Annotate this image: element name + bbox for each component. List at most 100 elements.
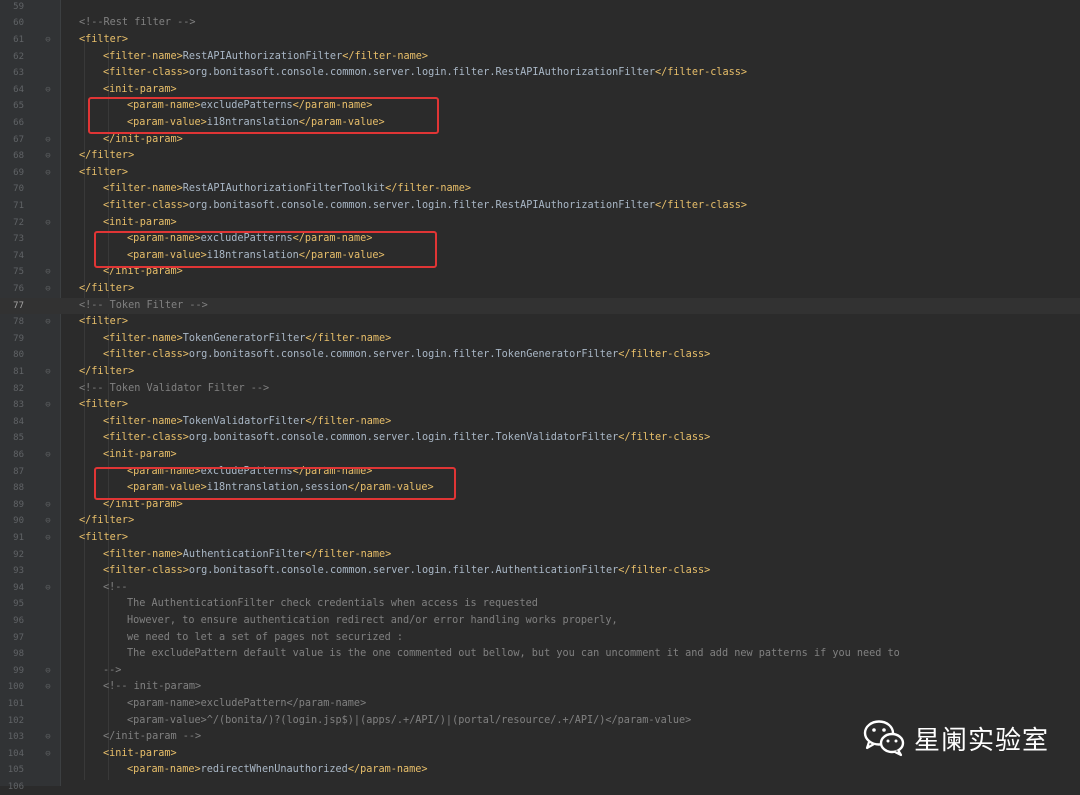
xml-text: RestAPIAuthorizationFilterToolkit [182,183,386,195]
code-line[interactable]: 84 <filter-name>TokenValidatorFilter</fil… [0,414,1080,431]
code-line[interactable]: 68 ⊖ </filter> [0,148,1080,165]
code-line[interactable]: 90 ⊖ </filter> [0,513,1080,530]
code-line[interactable]: 77 <!-- Token Filter --> [0,297,1080,315]
fold-marker-icon[interactable]: ⊖ [44,281,52,298]
fold-marker-icon[interactable]: ⊖ [44,513,52,530]
code-line[interactable]: 70 <filter-name>RestAPIAuthorizationFilte… [0,181,1080,198]
code-text: <init-param> [103,746,177,763]
xml-tag: <filter> [79,33,129,45]
code-line[interactable]: 105 <param-name>redirectWhenUnauthorized<… [0,762,1080,779]
fold-marker-icon[interactable]: ⊖ [44,447,52,464]
xml-tag: <init-param> [103,83,177,95]
line-number: 94 [13,582,24,593]
code-line[interactable]: 92 <filter-name>AuthenticationFilter</fil… [0,547,1080,564]
code-line[interactable]: 80 <filter-class>org.bonitasoft.console.c… [0,347,1080,364]
code-line[interactable]: 72 ⊖ <init-param> [0,215,1080,232]
code-line[interactable]: 95 The AuthenticationFilter check credent… [0,596,1080,613]
code-line[interactable]: 64 ⊖ <init-param> [0,82,1080,99]
fold-marker-icon[interactable]: ⊖ [44,679,52,696]
fold-marker-icon[interactable]: ⊖ [44,165,52,182]
xml-comment: <!-- init-param> [103,681,202,693]
fold-marker-icon[interactable]: ⊖ [44,82,52,99]
code-line[interactable]: 78 ⊖ <filter> [0,314,1080,331]
xml-tag: <param-name> [127,764,201,776]
code-line[interactable]: 99 ⊖ --> [0,663,1080,680]
fold-marker-icon[interactable]: ⊖ [44,746,52,763]
xml-comment: <!--Rest filter --> [79,17,196,29]
line-number: 81 [13,366,24,377]
code-line[interactable]: 96 However, to ensure authentication redi… [0,613,1080,630]
line-number: 86 [13,449,24,460]
line-number: 78 [13,317,24,328]
line-number: 65 [13,101,24,112]
code-line[interactable]: 91 ⊖ <filter> [0,530,1080,547]
fold-marker-icon[interactable]: ⊖ [44,580,52,597]
code-line[interactable]: 60 <!--Rest filter --> [0,15,1080,32]
fold-marker-icon[interactable]: ⊖ [44,729,52,746]
code-text: However, to ensure authentication redire… [127,613,618,630]
xml-comment: </init-param --> [103,731,202,743]
code-line[interactable]: 100 ⊖ <!-- init-param> [0,679,1080,696]
xml-tag: </init-param> [103,498,183,510]
xml-tag: <init-param> [103,448,177,460]
xml-tag: <filter-class> [103,432,189,444]
line-number: 61 [13,34,24,45]
code-line[interactable]: 94 ⊖ <!-- [0,580,1080,597]
code-text: <filter> [79,165,128,182]
line-number: 89 [13,499,24,510]
fold-marker-icon[interactable]: ⊖ [44,32,52,49]
fold-marker-icon[interactable]: ⊖ [44,314,52,331]
xml-tag: </filter-class> [655,199,748,211]
code-line[interactable]: 98 The excludePattern default value is th… [0,646,1080,663]
xml-comment: <!-- Token Validator Filter --> [79,382,270,394]
line-number: 100 [7,682,24,693]
xml-tag: <filter> [79,399,129,411]
xml-comment: <param-value>^/(bonita/)?(login.jsp$)|(a… [127,714,692,726]
code-line[interactable]: 106 [0,779,1080,795]
code-line[interactable]: 76 ⊖ </filter> [0,281,1080,298]
wechat-icon [863,720,905,757]
fold-marker-icon[interactable]: ⊖ [44,663,52,680]
code-text: </filter> [79,281,134,298]
code-line[interactable]: 85 <filter-class>org.bonitasoft.console.c… [0,430,1080,447]
fold-marker-icon[interactable]: ⊖ [44,132,52,149]
fold-marker-icon[interactable]: ⊖ [44,530,52,547]
code-line[interactable]: 97 we need to let a set of pages not secu… [0,630,1080,647]
xml-tag: </filter-name> [385,183,472,195]
code-line[interactable]: 83 ⊖ <filter> [0,397,1080,414]
line-number: 74 [13,250,24,261]
fold-marker-icon[interactable]: ⊖ [44,364,52,381]
code-line[interactable]: 93 <filter-class>org.bonitasoft.console.c… [0,563,1080,580]
fold-marker-icon[interactable]: ⊖ [44,148,52,165]
code-text: we need to let a set of pages not securi… [127,630,403,647]
fold-marker-icon[interactable]: ⊖ [44,397,52,414]
fold-marker-icon[interactable]: ⊖ [44,264,52,281]
xml-tag: </filter> [79,150,135,162]
line-number: 63 [13,68,24,79]
xml-tag: </param-name> [347,764,428,776]
fold-marker-icon[interactable]: ⊖ [44,215,52,232]
code-text: <!--Rest filter --> [79,15,196,32]
code-line[interactable]: 79 <filter-name>TokenGeneratorFilter</fil… [0,331,1080,348]
code-line[interactable]: 69 ⊖ <filter> [0,165,1080,182]
code-line[interactable]: 82 <!-- Token Validator Filter --> [0,381,1080,398]
line-number: 90 [13,516,24,527]
xml-text: org.bonitasoft.console.common.server.log… [188,67,656,79]
line-number: 88 [13,483,24,494]
code-line[interactable]: 63 <filter-class>org.bonitasoft.console.c… [0,65,1080,82]
code-line[interactable]: 81 ⊖ </filter> [0,364,1080,381]
xml-comment: The AuthenticationFilter check credentia… [127,598,538,610]
code-line[interactable]: 86 ⊖ <init-param> [0,447,1080,464]
code-text: <!-- Token Filter --> [79,298,208,315]
code-line[interactable]: 59 [0,0,1080,15]
line-number: 68 [13,151,24,162]
code-text: <filter-name>TokenValidatorFilter</filte… [103,414,391,431]
code-text: <filter-name>AuthenticationFilter</filte… [103,547,391,564]
line-number: 92 [13,549,24,560]
code-line[interactable]: 61 ⊖ <filter> [0,32,1080,49]
code-line[interactable]: 62 <filter-name>RestAPIAuthorizationFilte… [0,49,1080,66]
fold-marker-icon[interactable]: ⊖ [44,497,52,514]
line-number: 66 [13,117,24,128]
code-line[interactable]: 71 <filter-class>org.bonitasoft.console.c… [0,198,1080,215]
code-line[interactable]: 101 <param-name>excludePattern</param-nam… [0,696,1080,713]
